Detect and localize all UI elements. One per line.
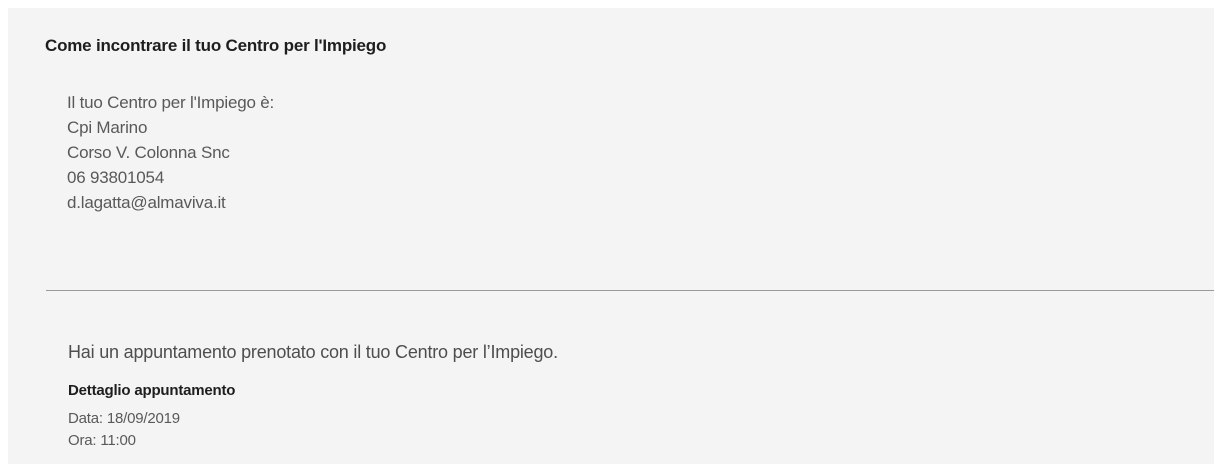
appointment-detail-values: Data: 18/09/2019 Ora: 11:00 (68, 408, 180, 452)
appointment-date: Data: 18/09/2019 (68, 410, 180, 427)
appointment-detail-title: Dettaglio appuntamento (68, 382, 236, 399)
cpi-info-panel: Come incontrare il tuo Centro per l'Impi… (8, 8, 1214, 464)
cpi-address: Corso V. Colonna Snc (67, 143, 230, 162)
section-title: Come incontrare il tuo Centro per l'Impi… (45, 36, 387, 55)
cpi-email: d.lagatta@almaviva.it (67, 193, 226, 212)
cpi-intro-text: Il tuo Centro per l'Impiego è: (67, 93, 275, 112)
cpi-name: Cpi Marino (67, 118, 148, 137)
cpi-contact-block: Il tuo Centro per l'Impiego è: Cpi Marin… (67, 90, 274, 215)
appointment-notice: Hai un appuntamento prenotato con il tuo… (68, 342, 558, 362)
section-divider (46, 290, 1214, 291)
cpi-phone: 06 93801054 (67, 168, 165, 187)
appointment-time: Ora: 11:00 (68, 432, 136, 449)
